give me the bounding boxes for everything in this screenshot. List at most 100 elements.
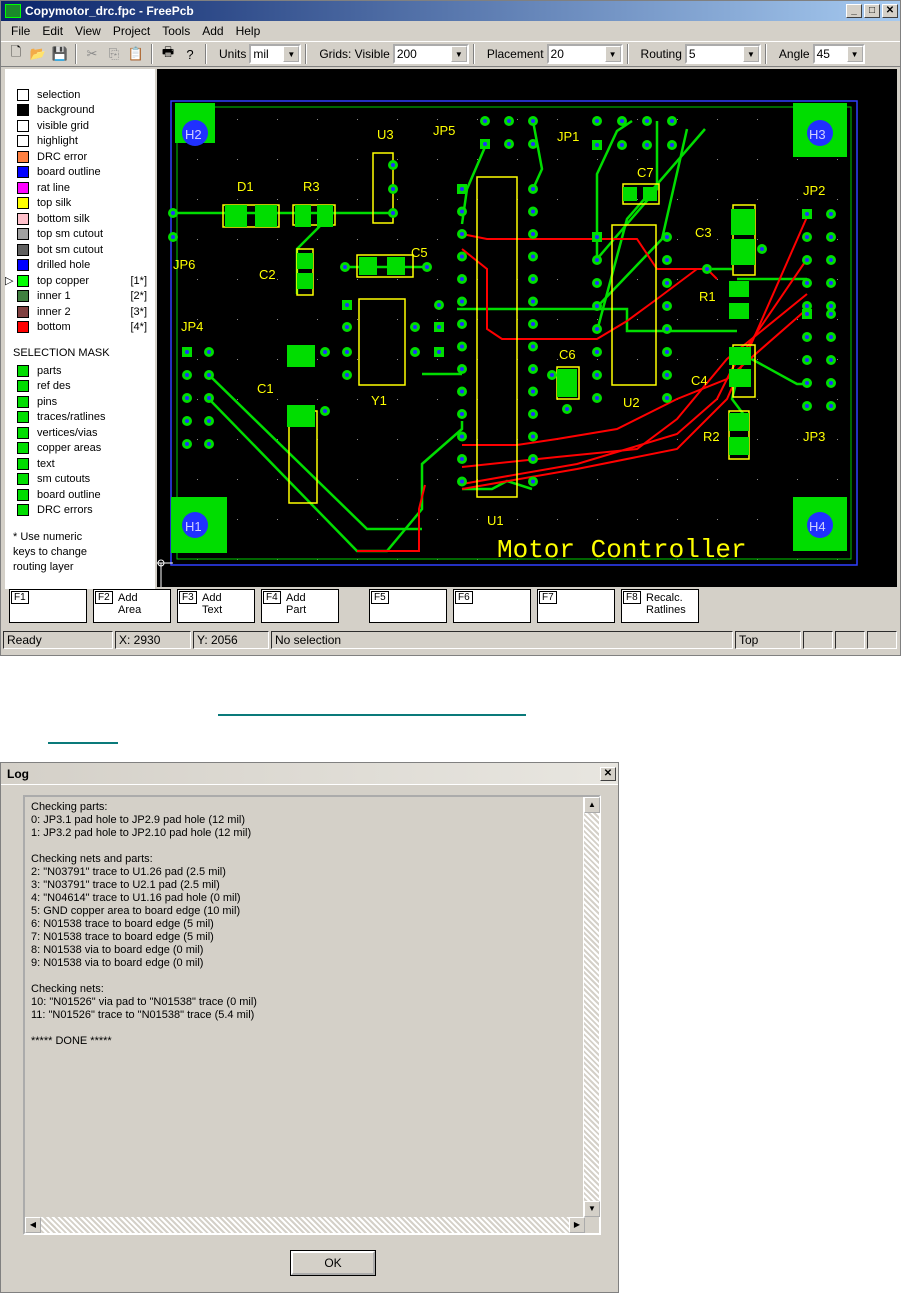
layer-color-swatch[interactable] <box>17 290 29 303</box>
menu-add[interactable]: Add <box>196 24 229 38</box>
horizontal-scrollbar[interactable]: ◀ ▶ <box>25 1217 585 1233</box>
selection-mask-item[interactable]: sm cutouts <box>5 472 155 488</box>
scroll-up-icon[interactable]: ▲ <box>584 797 600 813</box>
placement-select[interactable]: 20 ▼ <box>546 44 623 64</box>
layer-color-swatch[interactable] <box>17 166 29 179</box>
status-layer: Top <box>735 631 801 649</box>
mask-checkbox[interactable] <box>17 395 29 408</box>
minimize-button[interactable]: _ <box>846 4 862 18</box>
layer-item[interactable]: DRC error <box>5 149 155 165</box>
mask-checkbox[interactable] <box>17 457 29 470</box>
scroll-down-icon[interactable]: ▼ <box>584 1201 600 1217</box>
log-text-area[interactable]: Checking parts: 0: JP3.1 pad hole to JP2.… <box>23 795 601 1235</box>
new-file-icon[interactable]: 🗋 <box>5 43 27 65</box>
pin-pad <box>592 324 602 334</box>
layer-color-swatch[interactable] <box>17 135 29 148</box>
ok-button[interactable]: OK <box>290 1250 376 1276</box>
layer-item[interactable]: inner 1 [2*] <box>5 289 155 305</box>
status-pane <box>835 631 865 649</box>
layer-color-swatch[interactable] <box>17 119 29 132</box>
pcb-canvas[interactable]: H1 H2 H3 H4 JP1 JP2 JP3 JP4 JP5 JP6 U1 U2 U3 D1 R1 R2 R3… <box>157 69 897 587</box>
layer-item[interactable]: drilled hole <box>5 258 155 274</box>
pcb-drawing[interactable]: H1 H2 H3 H4 JP1 JP2 JP3 JP4 JP5 JP6 U1 U2 U3 D1 R1 R2 R3… <box>157 69 897 587</box>
layer-color-swatch[interactable] <box>17 321 29 334</box>
fkey-f4[interactable]: F4 Add Part <box>261 589 339 623</box>
layer-color-swatch[interactable] <box>17 259 29 272</box>
mask-checkbox[interactable] <box>17 426 29 439</box>
size-grip[interactable] <box>867 631 897 649</box>
fkey-f1[interactable]: F1 <box>9 589 87 623</box>
selection-mask-item[interactable]: DRC errors <box>5 503 155 519</box>
layer-item[interactable]: highlight <box>5 134 155 150</box>
layer-color-swatch[interactable] <box>17 150 29 163</box>
fkey-f7[interactable]: F7 <box>537 589 615 623</box>
layer-item[interactable]: inner 2 [3*] <box>5 304 155 320</box>
selection-mask-item[interactable]: traces/ratlines <box>5 410 155 426</box>
layer-color-swatch[interactable] <box>17 243 29 256</box>
layer-item[interactable]: background <box>5 103 155 119</box>
mask-checkbox[interactable] <box>17 364 29 377</box>
units-select[interactable]: mil ▼ <box>249 44 302 64</box>
layer-color-swatch[interactable] <box>17 305 29 318</box>
maximize-button[interactable]: □ <box>864 4 880 18</box>
scroll-left-icon[interactable]: ◀ <box>25 1217 41 1233</box>
layer-color-swatch[interactable] <box>17 228 29 241</box>
vertical-scrollbar[interactable]: ▲ ▼ <box>583 797 600 1217</box>
menu-project[interactable]: Project <box>107 24 156 38</box>
layer-color-swatch[interactable] <box>17 197 29 210</box>
layer-item[interactable]: bottom [4*] <box>5 320 155 336</box>
toolbar-separator <box>75 44 77 64</box>
selection-mask-item[interactable]: pins <box>5 394 155 410</box>
log-close-button[interactable]: ✕ <box>600 766 616 781</box>
mask-checkbox[interactable] <box>17 488 29 501</box>
layer-item[interactable]: ▷ top copper [1*] <box>5 273 155 289</box>
paste-icon[interactable]: 📋 <box>125 43 147 65</box>
selection-mask-item[interactable]: vertices/vias <box>5 425 155 441</box>
menu-tools[interactable]: Tools <box>156 24 196 38</box>
menu-help[interactable]: Help <box>230 24 267 38</box>
layer-color-swatch[interactable] <box>17 181 29 194</box>
angle-select[interactable]: 45 ▼ <box>812 44 865 64</box>
selection-mask-item[interactable]: text <box>5 456 155 472</box>
print-icon[interactable]: 🖶 <box>157 43 179 65</box>
mask-checkbox[interactable] <box>17 504 29 517</box>
layer-color-swatch[interactable] <box>17 88 29 101</box>
mask-checkbox[interactable] <box>17 380 29 393</box>
scroll-right-icon[interactable]: ▶ <box>569 1217 585 1233</box>
save-icon[interactable]: 💾 <box>49 43 71 65</box>
layer-item[interactable]: selection <box>5 87 155 103</box>
selection-mask-item[interactable]: ref des <box>5 379 155 395</box>
layer-item[interactable]: visible grid <box>5 118 155 134</box>
help-icon[interactable]: ? <box>179 43 201 65</box>
fkey-f5[interactable]: F5 <box>369 589 447 623</box>
layer-item[interactable]: top sm cutout <box>5 227 155 243</box>
grids-select[interactable]: 200 ▼ <box>392 44 469 64</box>
layer-item[interactable]: rat line <box>5 180 155 196</box>
layer-color-swatch[interactable] <box>17 212 29 225</box>
layer-item[interactable]: board outline <box>5 165 155 181</box>
cut-icon[interactable]: ✂ <box>81 43 103 65</box>
layer-item[interactable]: bot sm cutout <box>5 242 155 258</box>
layer-color-swatch[interactable] <box>17 274 29 287</box>
fkey-f6[interactable]: F6 <box>453 589 531 623</box>
layer-item[interactable]: top silk <box>5 196 155 212</box>
close-button[interactable]: ✕ <box>882 4 898 18</box>
menu-view[interactable]: View <box>69 24 107 38</box>
selection-mask-item[interactable]: board outline <box>5 487 155 503</box>
menu-file[interactable]: File <box>5 24 36 38</box>
mask-checkbox[interactable] <box>17 473 29 486</box>
mask-checkbox[interactable] <box>17 411 29 424</box>
fkey-f2[interactable]: F2 Add Area <box>93 589 171 623</box>
layer-color-swatch[interactable] <box>17 104 29 117</box>
selection-mask-item[interactable]: parts <box>5 363 155 379</box>
fkey-f3[interactable]: F3 Add Text <box>177 589 255 623</box>
layer-item[interactable]: bottom silk <box>5 211 155 227</box>
open-folder-icon[interactable]: 📂 <box>27 43 49 65</box>
fkey-f8[interactable]: F8 Recalc. Ratlines <box>621 589 699 623</box>
copy-icon[interactable]: ⎘ <box>103 43 125 65</box>
selection-mask-item[interactable]: copper areas <box>5 441 155 457</box>
routing-select[interactable]: 5 ▼ <box>684 44 761 64</box>
mask-checkbox[interactable] <box>17 442 29 455</box>
pin-pad <box>528 319 538 329</box>
menu-edit[interactable]: Edit <box>36 24 69 38</box>
